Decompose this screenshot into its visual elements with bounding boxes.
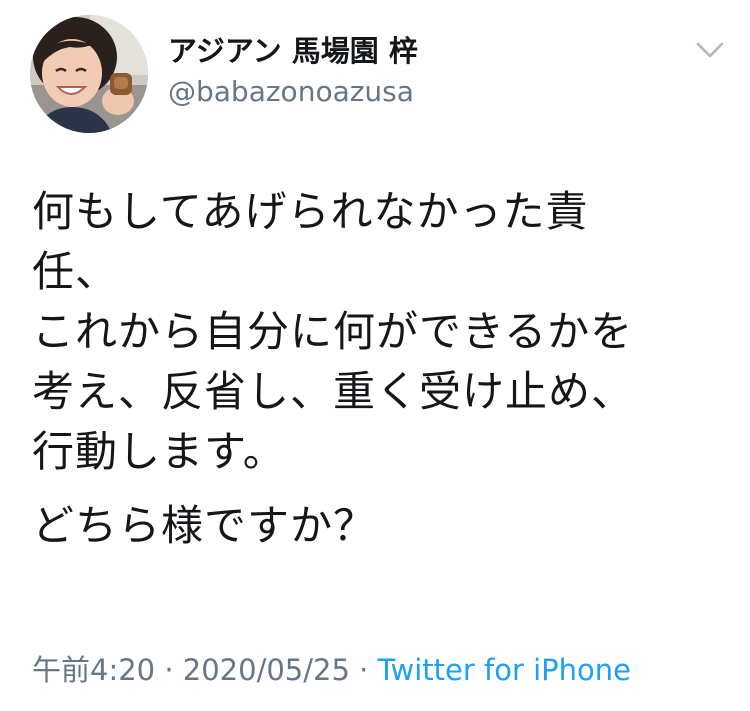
avatar-photo: [30, 15, 148, 133]
tweet-meta: 午前4:20 · 2020/05/25 · Twitter for iPhone: [32, 650, 631, 690]
tweet-line: 任、: [32, 247, 119, 296]
tweet-date[interactable]: 2020/05/25: [183, 653, 350, 687]
author-block[interactable]: アジアン 馬場園 梓 @babazonoazusa: [168, 32, 418, 110]
tweet-card: アジアン 馬場園 梓 @babazonoazusa 何もしてあげられなかった責 …: [0, 0, 750, 711]
display-name[interactable]: アジアン 馬場園 梓: [168, 32, 418, 70]
tweet-second-paragraph: どちら様ですか？: [32, 501, 377, 550]
meta-separator: ·: [155, 653, 183, 687]
tweet-time[interactable]: 午前4:20: [32, 653, 155, 687]
tweet-line: 何もしてあげられなかった責: [32, 187, 589, 236]
handle[interactable]: @babazonoazusa: [168, 74, 418, 110]
tweet-line: これから自分に何ができるかを: [32, 307, 634, 356]
tweet-text: 何もしてあげられなかった責 任、 これから自分に何ができるかを 考え、反省し、重…: [32, 182, 722, 556]
chevron-down-icon[interactable]: [694, 38, 726, 62]
avatar[interactable]: [30, 15, 148, 133]
tweet-source-link[interactable]: Twitter for iPhone: [378, 653, 631, 687]
tweet-line: 考え、反省し、重く受け止め、: [32, 367, 635, 416]
tweet-line: 行動します。: [32, 427, 286, 476]
meta-separator: ·: [349, 653, 378, 687]
